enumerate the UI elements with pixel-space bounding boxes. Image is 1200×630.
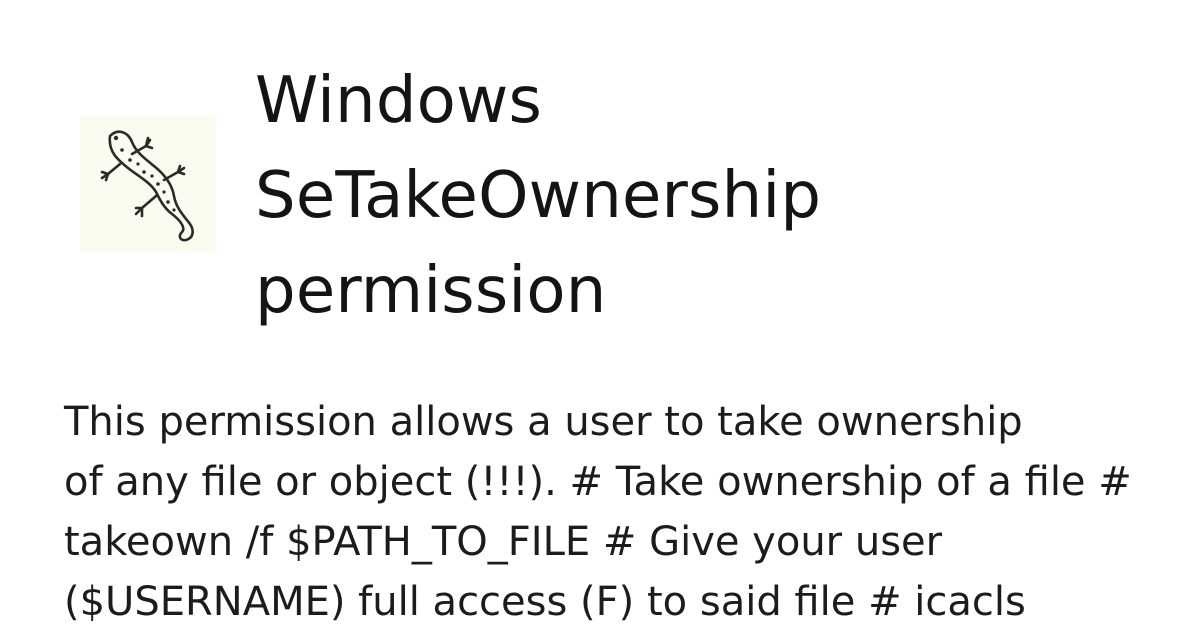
description-line: ($USERNAME) full access (F) to said file… xyxy=(64,579,1026,625)
gecko-icon xyxy=(100,130,194,242)
description-line: This permission allows a user to take ow… xyxy=(64,399,1023,445)
page-description: This permission allows a user to take ow… xyxy=(64,392,1164,630)
description-line: takeown /f $PATH_TO_FILE # Give your use… xyxy=(64,519,943,565)
title-line: permission xyxy=(255,254,607,328)
title-line: Windows xyxy=(255,64,543,138)
page-title: Windows SeTakeOwnership permission xyxy=(255,54,955,339)
description-line: of any file or object (!!!). # Take owne… xyxy=(64,459,1132,505)
title-line: SeTakeOwnership xyxy=(255,159,822,233)
site-logo xyxy=(80,116,216,252)
preview-card: Windows SeTakeOwnership permission This … xyxy=(0,0,1200,630)
